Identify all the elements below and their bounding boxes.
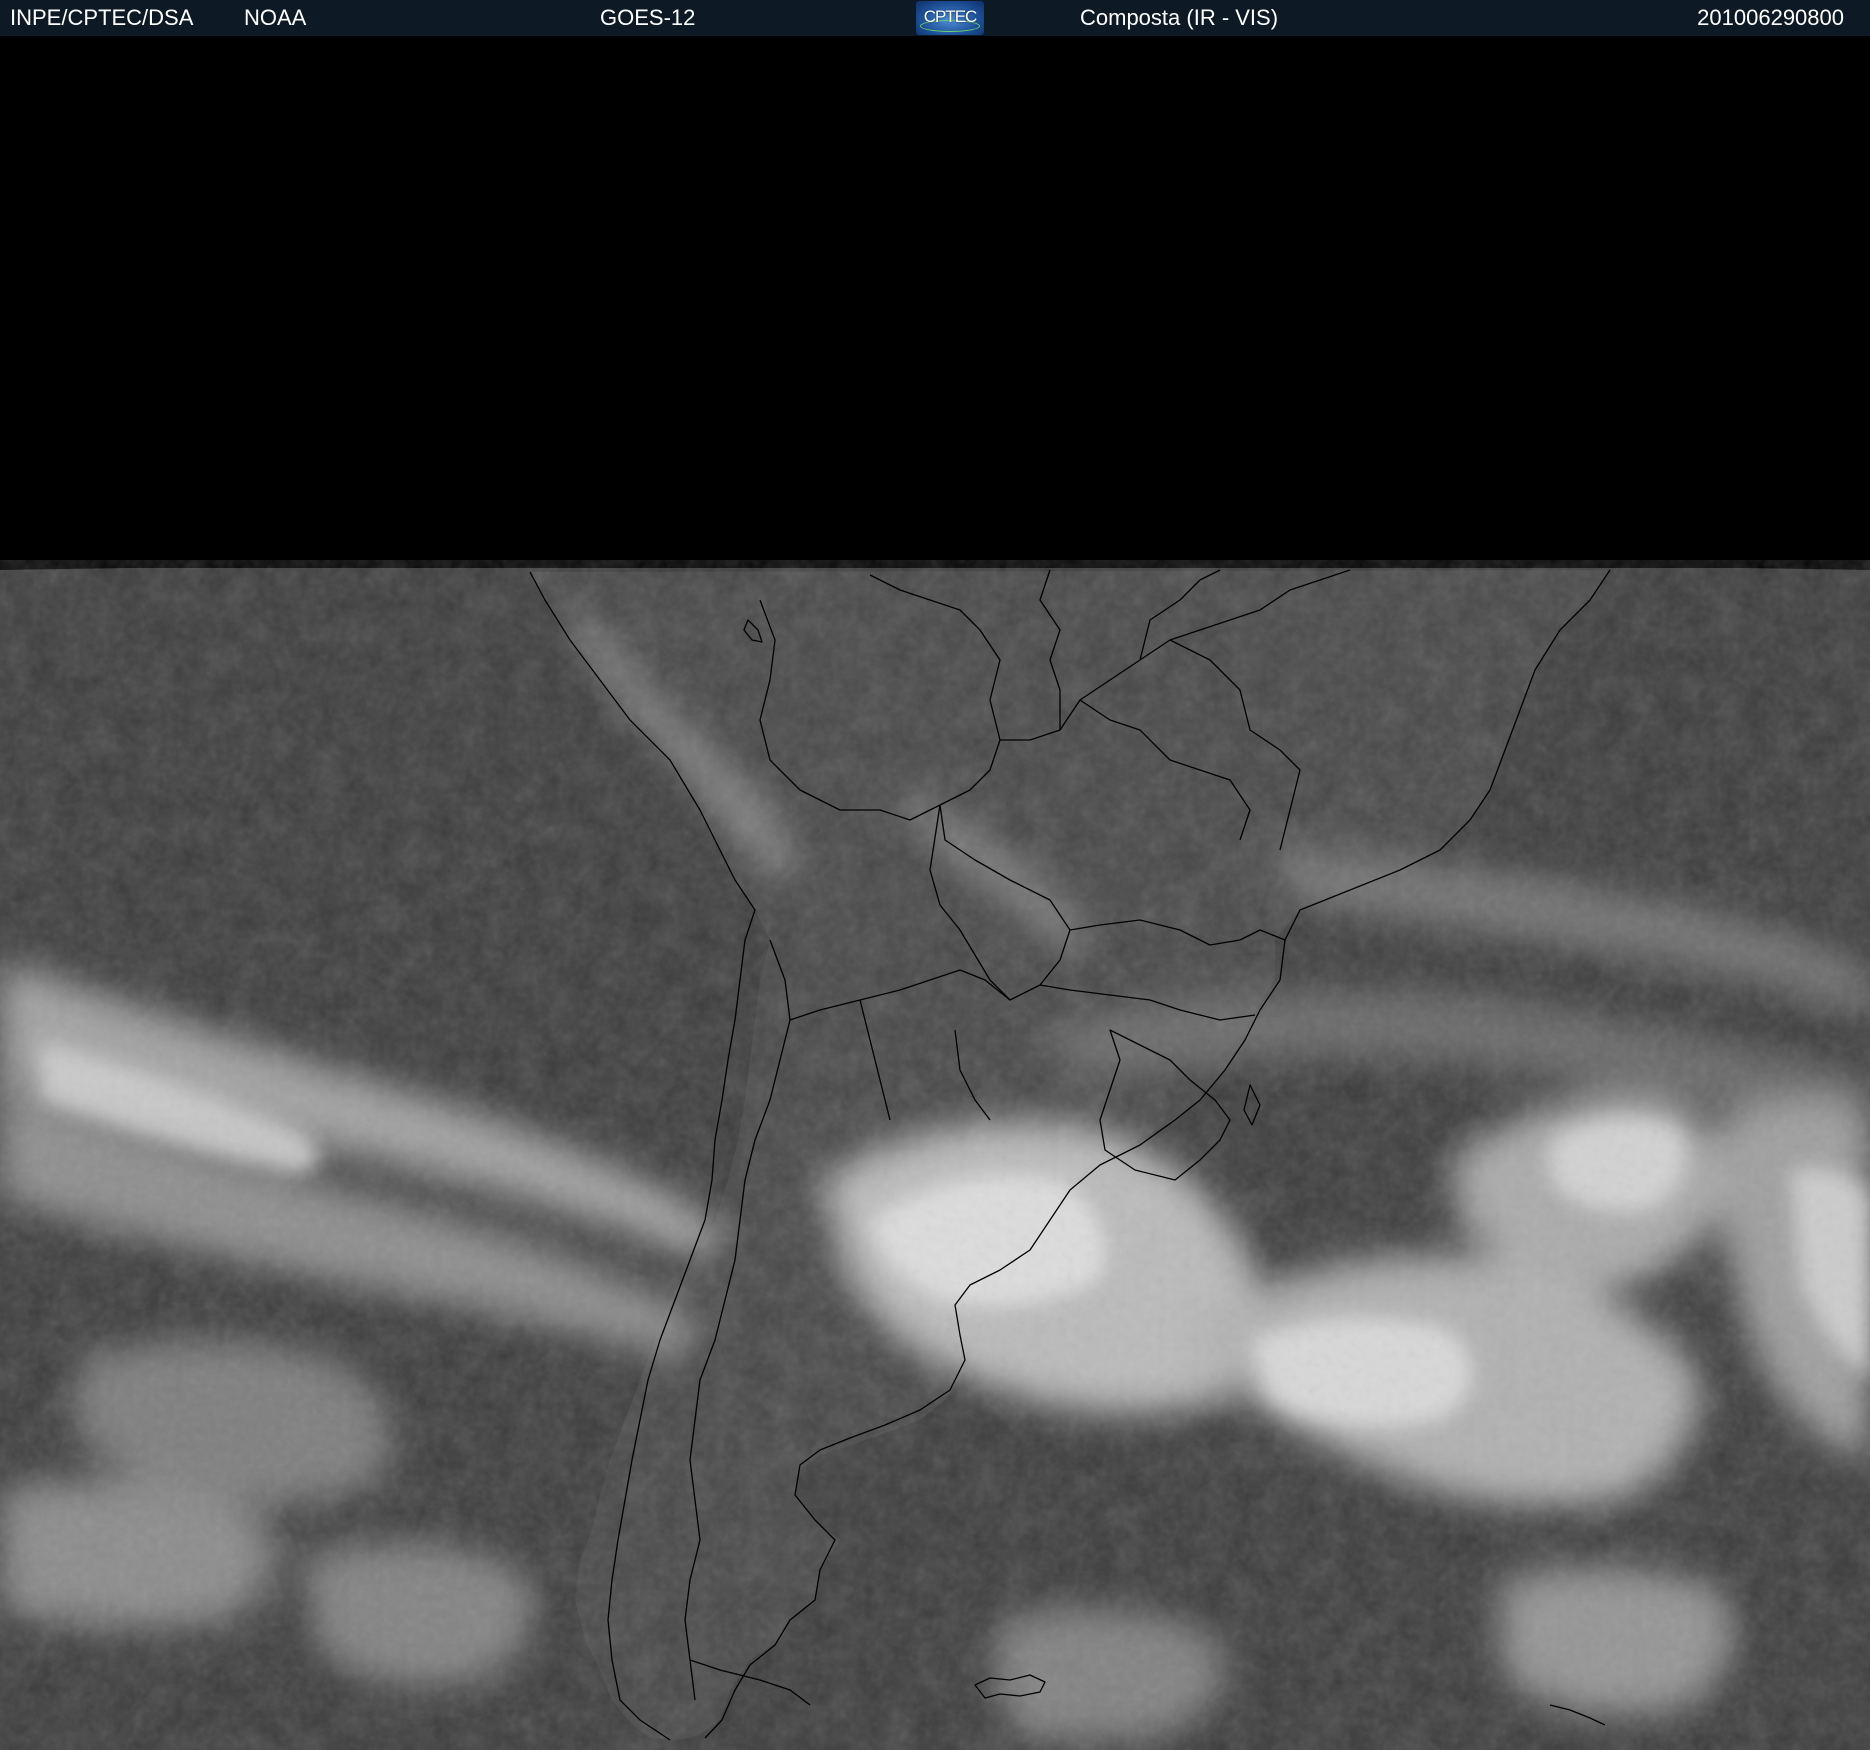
timestamp-label: 201006290800	[1697, 5, 1844, 30]
fine-texture	[0, 560, 1870, 1750]
agency-label: NOAA	[244, 5, 307, 30]
satellite-label: GOES-12	[600, 5, 696, 30]
product-label: Composta (IR - VIS)	[1080, 5, 1279, 30]
space-background	[0, 36, 1870, 566]
header-bar: INPE/CPTEC/DSA NOAA GOES-12 CPTEC Compos…	[0, 0, 1870, 36]
satellite-imagery	[0, 560, 1870, 1750]
organization-label: INPE/CPTEC/DSA	[10, 5, 194, 30]
cptec-logo-icon: CPTEC	[916, 1, 984, 35]
logo-text: CPTEC	[923, 7, 978, 26]
